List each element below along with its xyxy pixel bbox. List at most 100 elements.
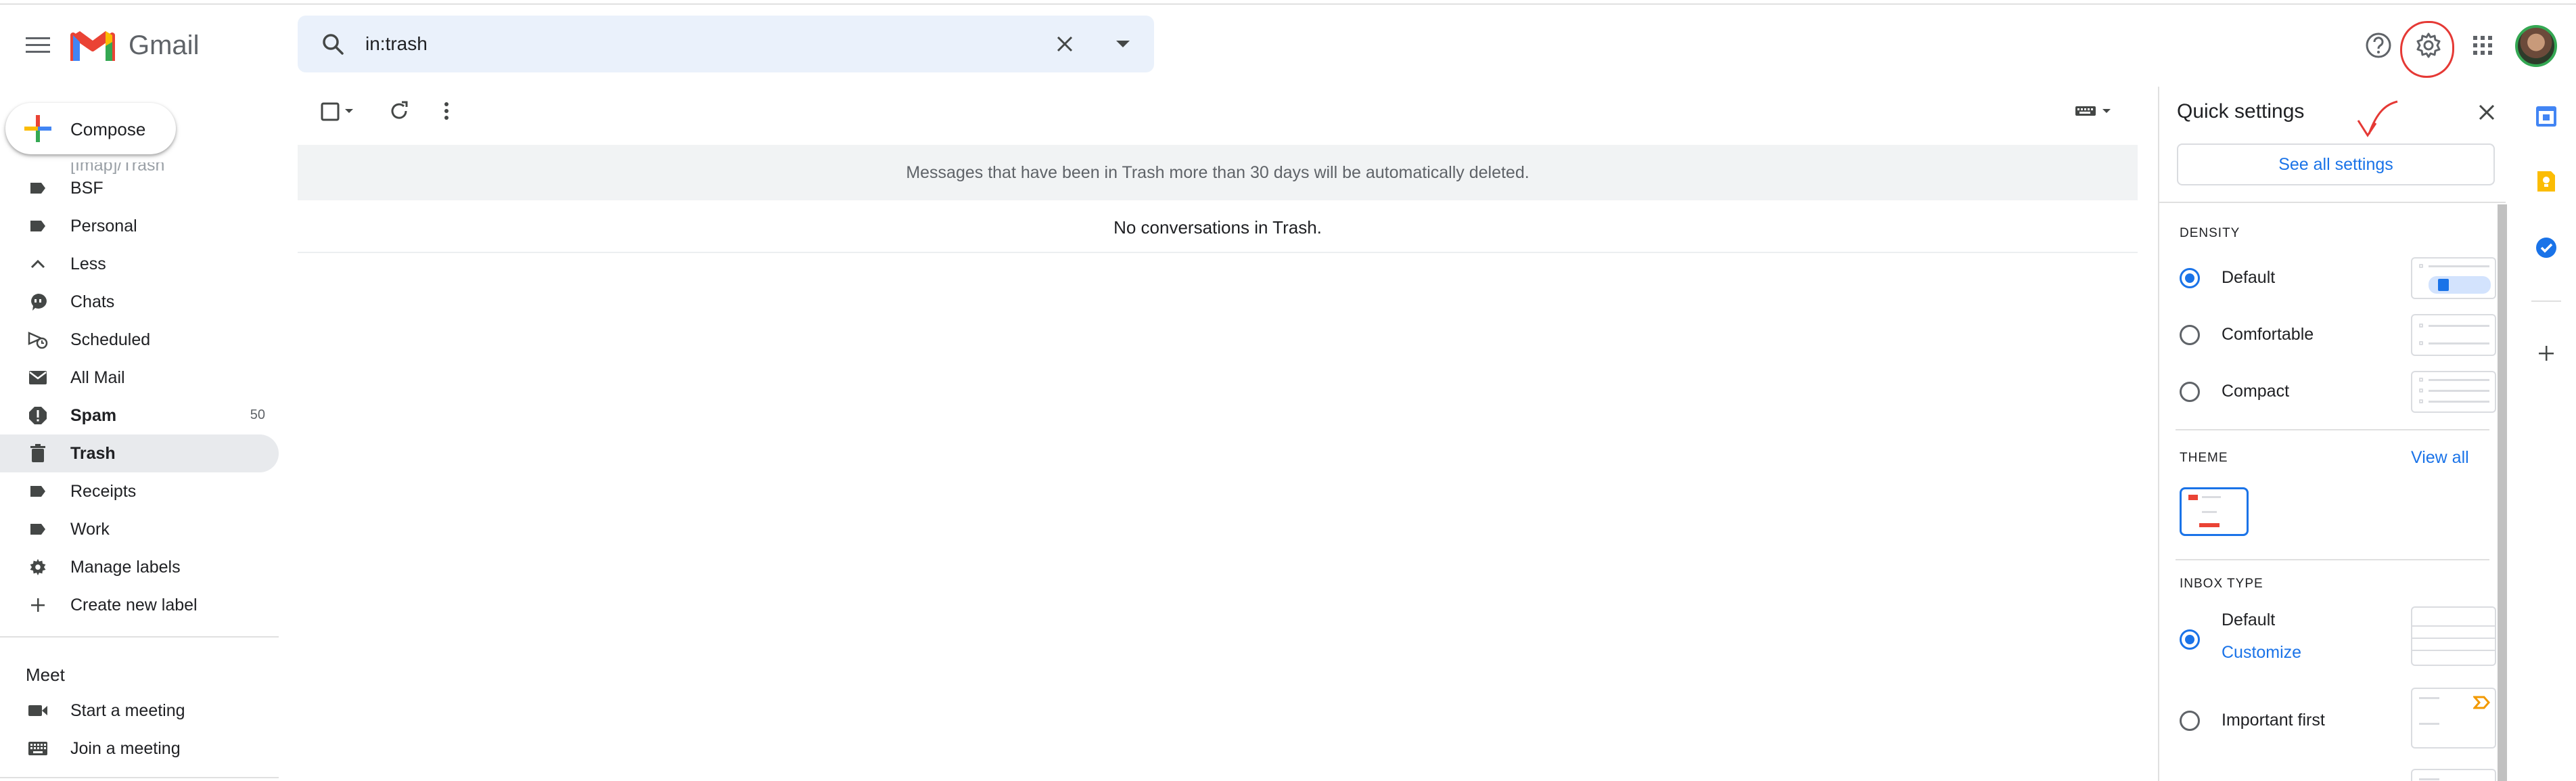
density-option-comfortable[interactable]: Comfortable — [2180, 311, 2496, 359]
account-avatar[interactable] — [2515, 25, 2557, 67]
help-icon — [2366, 32, 2391, 58]
view-all-themes-link[interactable]: View all — [2411, 448, 2469, 468]
trash-icon — [27, 443, 49, 464]
join-meeting-item[interactable]: Join a meeting — [0, 730, 279, 767]
search-options-icon[interactable] — [1107, 28, 1139, 60]
clear-search-icon[interactable] — [1049, 28, 1081, 60]
theme-title: THEME — [2180, 451, 2228, 465]
refresh-icon — [391, 101, 408, 119]
calendar-app-button[interactable] — [2531, 102, 2561, 131]
top-border — [0, 0, 2576, 5]
meet-section-title: Meet — [26, 665, 65, 685]
gmail-logo[interactable]: Gmail — [70, 25, 199, 66]
sidebar-item-manage-labels[interactable]: Manage labels — [0, 548, 279, 586]
sidebar-item-label: Chats — [70, 292, 115, 311]
sidebar-item-receipts[interactable]: Receipts — [0, 472, 279, 510]
keyboard-icon — [27, 738, 49, 759]
compose-button[interactable]: Compose — [5, 103, 176, 154]
sidebar-item-trash[interactable]: Trash — [0, 434, 279, 472]
sidebar-item-label: Receipts — [70, 482, 137, 501]
get-addons-button[interactable] — [2531, 338, 2561, 368]
preview-bar — [2199, 523, 2220, 527]
preview-line — [2429, 342, 2489, 344]
radio-selected[interactable] — [2180, 268, 2200, 288]
sidebar-item-chats[interactable]: Chats — [0, 283, 279, 321]
refresh-button[interactable] — [380, 92, 418, 130]
inbox-type-title: INBOX TYPE — [2180, 577, 2263, 591]
sidebar: [Imap]/Trash BSF Personal Less Chats Sch… — [0, 162, 279, 781]
sidebar-item-label: Manage labels — [70, 558, 181, 577]
radio-unselected[interactable] — [2180, 325, 2200, 345]
input-tools-button[interactable] — [2067, 92, 2121, 130]
checkbox-icon — [321, 102, 353, 121]
spam-icon — [27, 405, 49, 426]
radio-selected[interactable] — [2180, 629, 2200, 650]
density-comfortable-preview — [2411, 314, 2496, 356]
section-divider — [2176, 559, 2489, 560]
sidebar-item-label: Work — [70, 520, 110, 539]
close-quick-settings-button[interactable] — [2472, 97, 2502, 127]
label-icon — [27, 215, 49, 237]
quick-settings-panel: Quick settings See all settings DENSITY … — [2158, 87, 2506, 781]
keep-app-button[interactable] — [2531, 166, 2561, 196]
radio-unselected[interactable] — [2180, 711, 2200, 731]
label-icon — [27, 481, 49, 502]
doc-icon — [2438, 279, 2449, 291]
tasks-app-button[interactable] — [2531, 233, 2561, 263]
sidebar-item-all-mail[interactable]: All Mail — [0, 359, 279, 397]
sidebar-item-scheduled[interactable]: Scheduled — [0, 321, 279, 359]
see-all-settings-button[interactable]: See all settings — [2177, 143, 2495, 185]
start-meeting-item[interactable]: Start a meeting — [0, 692, 279, 730]
section-divider — [2176, 429, 2489, 430]
preview-checkbox — [2419, 264, 2423, 268]
preview-line — [2202, 496, 2221, 498]
density-title: DENSITY — [2180, 226, 2240, 240]
customize-inbox-link[interactable]: Customize — [2222, 643, 2301, 663]
app-name: Gmail — [129, 30, 200, 60]
quick-settings-scrollbar[interactable] — [2498, 204, 2507, 781]
chevron-up-icon — [27, 253, 49, 275]
density-default-preview — [2411, 257, 2496, 299]
quick-settings-content[interactable]: DENSITY Default Comfortable Compact THEM… — [2159, 203, 2506, 781]
search-bar[interactable] — [298, 16, 1154, 72]
search-icon[interactable] — [317, 28, 349, 60]
sidebar-item-work[interactable]: Work — [0, 510, 279, 548]
gear-icon — [27, 556, 49, 578]
apps-grid-icon — [2473, 36, 2492, 55]
video-icon — [27, 700, 49, 721]
sidebar-item-create-label[interactable]: Create new label — [0, 586, 279, 624]
sidebar-item-label: All Mail — [70, 368, 125, 387]
sidebar-item-bsf[interactable]: BSF — [0, 169, 279, 207]
more-options-button[interactable] — [428, 92, 465, 130]
preview-line — [2419, 697, 2439, 699]
radio-unselected[interactable] — [2180, 382, 2200, 402]
mail-icon — [27, 367, 49, 388]
density-option-compact[interactable]: Compact — [2180, 368, 2496, 416]
preview-line — [2429, 401, 2489, 403]
sidebar-item-less[interactable]: Less — [0, 245, 279, 283]
preview-line — [2429, 390, 2489, 392]
keyboard-icon — [2075, 106, 2111, 116]
theme-preview[interactable] — [2180, 487, 2249, 536]
support-button[interactable] — [2358, 25, 2399, 66]
main-menu-button[interactable] — [18, 25, 58, 66]
select-all-checkbox[interactable] — [311, 92, 365, 130]
sidebar-item-personal[interactable]: Personal — [0, 207, 279, 245]
preview-line — [2429, 265, 2489, 267]
sidebar-item-label: Start a meeting — [70, 701, 185, 720]
preview-line — [2412, 638, 2495, 639]
google-apps-button[interactable] — [2462, 25, 2503, 66]
mail-toolbar — [298, 87, 2138, 135]
hamburger-icon — [26, 37, 50, 53]
inbox-type-option-important-first[interactable]: Important first — [2180, 688, 2496, 753]
header: Gmail — [0, 6, 2576, 82]
density-option-label: Comfortable — [2222, 325, 2314, 344]
preview-line — [2419, 723, 2439, 725]
preview-logo — [2188, 495, 2198, 500]
search-input[interactable] — [365, 26, 974, 62]
compose-label: Compose — [70, 119, 146, 139]
more-vert-icon — [444, 102, 448, 120]
sidebar-item-spam[interactable]: Spam 50 — [0, 397, 279, 434]
compose-plus-icon — [24, 115, 51, 142]
density-option-default[interactable]: Default — [2180, 254, 2496, 302]
